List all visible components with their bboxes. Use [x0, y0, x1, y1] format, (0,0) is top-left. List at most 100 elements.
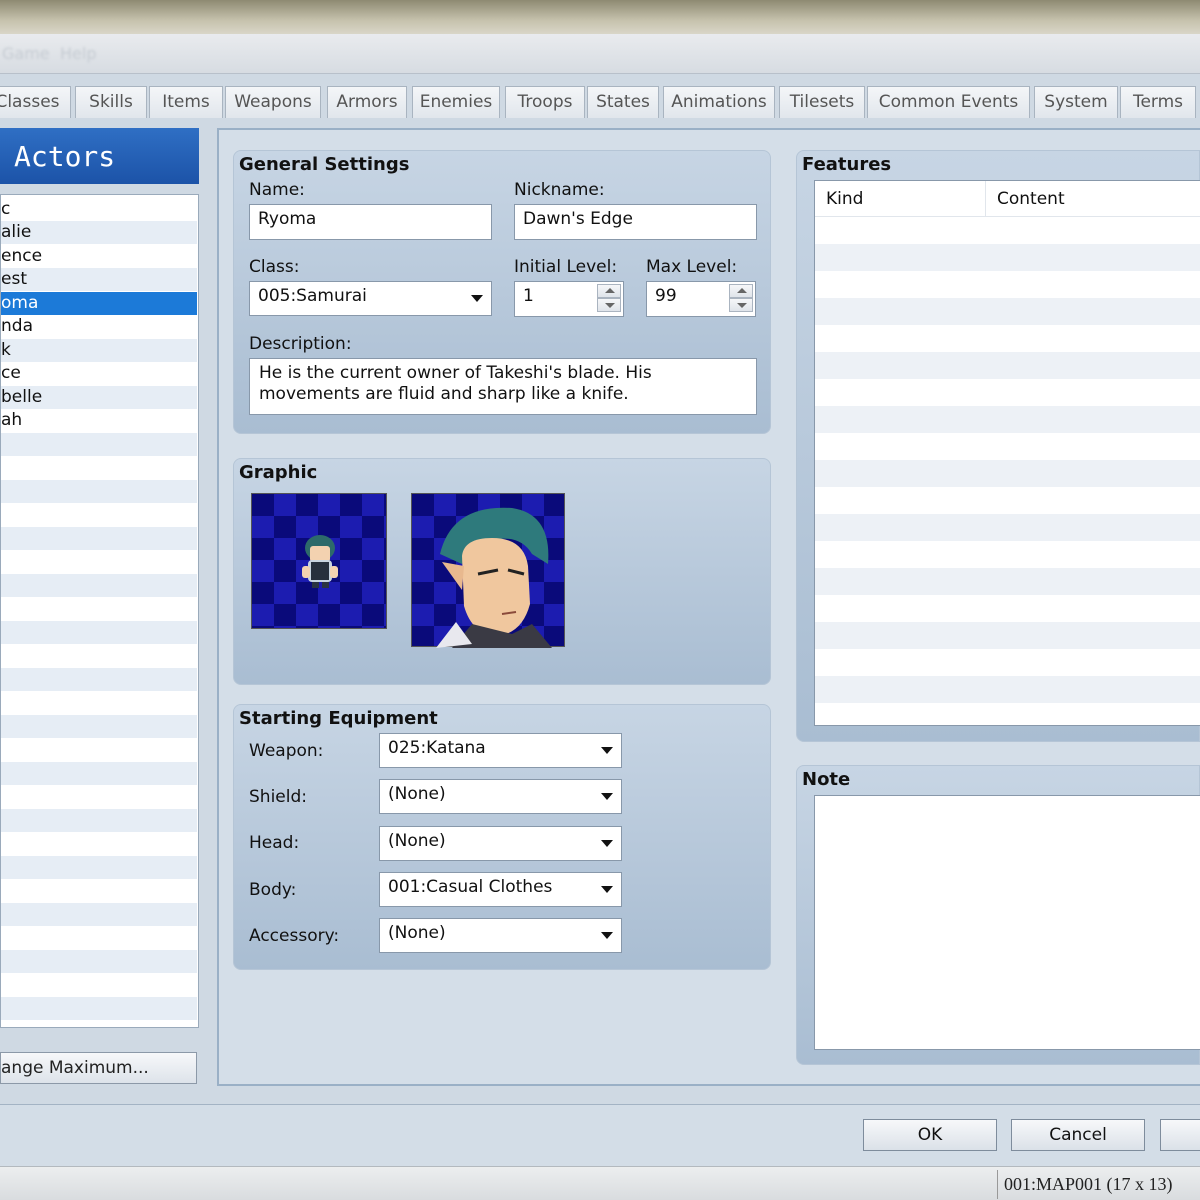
features-table-row[interactable] — [815, 298, 1200, 325]
tab-system[interactable]: System — [1034, 86, 1118, 118]
actor-list-item-selected[interactable]: oma — [1, 292, 197, 315]
shield-dropdown[interactable]: (None) — [379, 779, 622, 814]
character-sprite-image — [302, 535, 338, 588]
spin-down-icon[interactable] — [597, 298, 621, 312]
chevron-down-icon — [601, 840, 613, 847]
actor-list-empty-row — [1, 574, 197, 597]
body-dropdown-value: 001:Casual Clothes — [388, 877, 553, 897]
column-header-kind: Kind — [826, 189, 864, 209]
apply-button[interactable] — [1160, 1119, 1200, 1151]
accessory-dropdown[interactable]: (None) — [379, 918, 622, 953]
tab-label: Classes — [0, 92, 60, 112]
spin-up-icon[interactable] — [729, 284, 753, 298]
max-level-value: 99 — [655, 286, 677, 306]
general-settings-panel: General Settings Name: Ryoma Nickname: D… — [233, 150, 771, 434]
features-table[interactable]: Kind Content — [814, 180, 1200, 726]
chevron-down-icon — [601, 932, 613, 939]
nickname-label: Nickname: — [514, 180, 605, 200]
head-label: Head: — [249, 833, 300, 853]
tab-enemies[interactable]: Enemies — [412, 86, 500, 118]
tab-label: Animations — [671, 92, 767, 112]
graphic-panel: Graphic — [233, 458, 771, 685]
spin-up-icon[interactable] — [597, 284, 621, 298]
features-table-row[interactable] — [815, 244, 1200, 271]
tab-animations[interactable]: Animations — [663, 86, 775, 118]
actor-list-item[interactable]: nda — [1, 315, 197, 338]
accessory-dropdown-value: (None) — [388, 923, 446, 943]
actor-list-empty-row — [1, 668, 197, 691]
class-dropdown[interactable]: 005:Samurai — [249, 281, 492, 316]
initial-level-stepper[interactable]: 1 — [514, 281, 624, 317]
note-textarea[interactable] — [814, 795, 1200, 1050]
description-textarea[interactable]: He is the current owner of Takeshi's bla… — [249, 358, 757, 415]
actor-list-item[interactable]: est — [1, 268, 197, 291]
features-table-row[interactable] — [815, 568, 1200, 595]
description-line: movements are fluid and sharp like a kni… — [259, 384, 629, 404]
tab-common-events[interactable]: Common Events — [867, 86, 1030, 118]
body-dropdown[interactable]: 001:Casual Clothes — [379, 872, 622, 907]
features-table-row[interactable] — [815, 676, 1200, 703]
actor-list[interactable]: c alie ence est oma nda k ce belle ah — [0, 194, 199, 1028]
tab-tilesets[interactable]: Tilesets — [779, 86, 865, 118]
actors-list-header: Actors — [0, 128, 199, 184]
graphic-title: Graphic — [239, 462, 318, 483]
actor-list-empty-row — [1, 856, 197, 879]
spin-down-icon[interactable] — [729, 298, 753, 312]
menu-item-game[interactable]: Game — [2, 44, 50, 63]
character-sprite-preview[interactable] — [251, 493, 387, 629]
actor-list-empty-row — [1, 527, 197, 550]
tab-skills[interactable]: Skills — [75, 86, 147, 118]
max-level-stepper[interactable]: 99 — [646, 281, 756, 317]
max-level-label: Max Level: — [646, 257, 738, 277]
shield-dropdown-value: (None) — [388, 784, 446, 804]
note-title: Note — [802, 769, 851, 790]
accessory-label: Accessory: — [249, 926, 340, 946]
cancel-button[interactable]: Cancel — [1011, 1119, 1145, 1151]
starting-equipment-panel: Starting Equipment Weapon: 025:Katana Sh… — [233, 704, 771, 970]
tab-armors[interactable]: Armors — [327, 86, 407, 118]
actor-list-empty-row — [1, 809, 197, 832]
tab-label: Armors — [336, 92, 398, 112]
tab-items[interactable]: Items — [149, 86, 223, 118]
actor-list-item[interactable]: belle — [1, 386, 197, 409]
features-table-row[interactable] — [815, 406, 1200, 433]
tab-label: States — [596, 92, 650, 112]
features-table-row[interactable] — [815, 352, 1200, 379]
features-table-row[interactable] — [815, 622, 1200, 649]
name-field[interactable]: Ryoma — [249, 204, 492, 240]
ok-button[interactable]: OK — [863, 1119, 997, 1151]
tab-classes[interactable]: Classes — [0, 86, 71, 118]
general-settings-title: General Settings — [239, 154, 410, 175]
features-table-row[interactable] — [815, 460, 1200, 487]
actor-list-item[interactable]: ce — [1, 362, 197, 385]
features-table-row[interactable] — [815, 514, 1200, 541]
face-portrait-preview[interactable] — [411, 493, 565, 648]
change-maximum-button[interactable]: ange Maximum... — [0, 1052, 197, 1084]
tab-weapons[interactable]: Weapons — [225, 86, 321, 118]
actor-list-empty-row — [1, 950, 197, 973]
head-dropdown[interactable]: (None) — [379, 826, 622, 861]
name-label: Name: — [249, 180, 305, 200]
initial-level-value: 1 — [523, 286, 534, 306]
nickname-field[interactable]: Dawn's Edge — [514, 204, 757, 240]
features-table-header: Kind Content — [815, 181, 1200, 217]
class-dropdown-value: 005:Samurai — [258, 286, 367, 306]
tab-label: Weapons — [234, 92, 312, 112]
tab-troops[interactable]: Troops — [505, 86, 585, 118]
actor-list-item[interactable]: alie — [1, 221, 197, 244]
max-level-spin[interactable] — [729, 284, 753, 312]
tab-terms[interactable]: Terms — [1120, 86, 1196, 118]
actor-list-item[interactable]: ah — [1, 409, 197, 432]
tab-states[interactable]: States — [587, 86, 659, 118]
chevron-down-icon — [601, 886, 613, 893]
menu-item-help[interactable]: Help — [60, 44, 96, 63]
weapon-dropdown[interactable]: 025:Katana — [379, 733, 622, 768]
initial-level-spin[interactable] — [597, 284, 621, 312]
actor-list-item[interactable]: c — [1, 198, 197, 221]
initial-level-label: Initial Level: — [514, 257, 618, 277]
chevron-down-icon — [601, 793, 613, 800]
actor-list-empty-row — [1, 715, 197, 738]
actor-list-item[interactable]: ence — [1, 245, 197, 268]
actor-list-item[interactable]: k — [1, 339, 197, 362]
tab-label: Common Events — [878, 92, 1019, 112]
